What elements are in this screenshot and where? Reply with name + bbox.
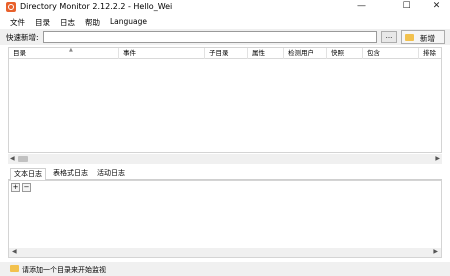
column-header-subdirectory[interactable]: 子目录 bbox=[205, 48, 248, 59]
menu-bar: 文件 目录 日志 帮助 Language bbox=[0, 15, 450, 28]
close-button[interactable]: ✕ bbox=[424, 0, 449, 14]
app-logo-icon bbox=[6, 2, 16, 12]
menu-log[interactable]: 日志 bbox=[60, 17, 75, 28]
column-header-exclude[interactable]: 排除 bbox=[419, 48, 441, 59]
scroll-right-icon[interactable]: ▶ bbox=[433, 248, 438, 255]
scroll-right-icon[interactable]: ▶ bbox=[435, 155, 440, 162]
status-bar: 请添加一个目录来开始监视 bbox=[0, 262, 450, 276]
add-button[interactable]: 新增 bbox=[401, 30, 445, 44]
tab-text-log[interactable]: 文本日志 bbox=[10, 168, 46, 180]
menu-file[interactable]: 文件 bbox=[10, 17, 25, 28]
maximize-button[interactable]: ☐ bbox=[394, 0, 419, 14]
grid-horizontal-scrollbar[interactable]: ◀ ▶ bbox=[8, 154, 442, 164]
scroll-left-icon[interactable]: ◀ bbox=[10, 155, 15, 162]
log-tabs: 文本日志 表格式日志 活动日志 bbox=[8, 167, 442, 180]
column-header-include[interactable]: 包含 bbox=[363, 48, 419, 59]
grid-header: 目录 ▲ 事件 子目录 属性 检测用户 快照 包含 排除 bbox=[9, 48, 441, 59]
menu-help[interactable]: 帮助 bbox=[85, 17, 100, 28]
log-horizontal-scrollbar[interactable]: ◀ ▶ bbox=[9, 248, 441, 257]
quick-add-bar: 快速新增: ... 新增 bbox=[0, 29, 450, 45]
scrollbar-thumb[interactable] bbox=[18, 156, 28, 162]
minimize-button[interactable]: — bbox=[349, 0, 374, 14]
status-text: 请添加一个目录来开始监视 bbox=[22, 266, 106, 274]
column-header-attributes[interactable]: 属性 bbox=[248, 48, 284, 59]
window-title: Directory Monitor 2.12.2.2 - Hello_Wei bbox=[20, 2, 173, 11]
tab-activity-log[interactable]: 活动日志 bbox=[94, 168, 128, 180]
sort-ascending-icon: ▲ bbox=[69, 48, 73, 53]
column-header-snapshot[interactable]: 快照 bbox=[327, 48, 363, 59]
folder-icon bbox=[10, 265, 19, 272]
expand-button[interactable]: + bbox=[11, 183, 20, 192]
menu-language[interactable]: Language bbox=[110, 17, 147, 26]
column-header-directory[interactable]: 目录 ▲ bbox=[9, 48, 119, 59]
column-header-event[interactable]: 事件 bbox=[119, 48, 205, 59]
browse-button[interactable]: ... bbox=[381, 31, 397, 43]
column-header-detect-user[interactable]: 检测用户 bbox=[284, 48, 327, 59]
add-button-label: 新增 bbox=[420, 34, 435, 43]
tab-table-log[interactable]: 表格式日志 bbox=[50, 168, 91, 180]
directory-grid[interactable]: 目录 ▲ 事件 子目录 属性 检测用户 快照 包含 排除 bbox=[8, 47, 442, 153]
quick-add-label: 快速新增: bbox=[6, 33, 39, 42]
quick-add-input[interactable] bbox=[43, 31, 377, 43]
title-bar: Directory Monitor 2.12.2.2 - Hello_Wei —… bbox=[0, 0, 450, 14]
collapse-button[interactable]: − bbox=[22, 183, 31, 192]
column-label: 目录 bbox=[13, 49, 26, 57]
folder-add-icon bbox=[405, 34, 414, 41]
menu-directory[interactable]: 目录 bbox=[35, 17, 50, 28]
log-panel[interactable]: + − ◀ ▶ bbox=[8, 180, 442, 258]
scroll-left-icon[interactable]: ◀ bbox=[12, 248, 17, 255]
